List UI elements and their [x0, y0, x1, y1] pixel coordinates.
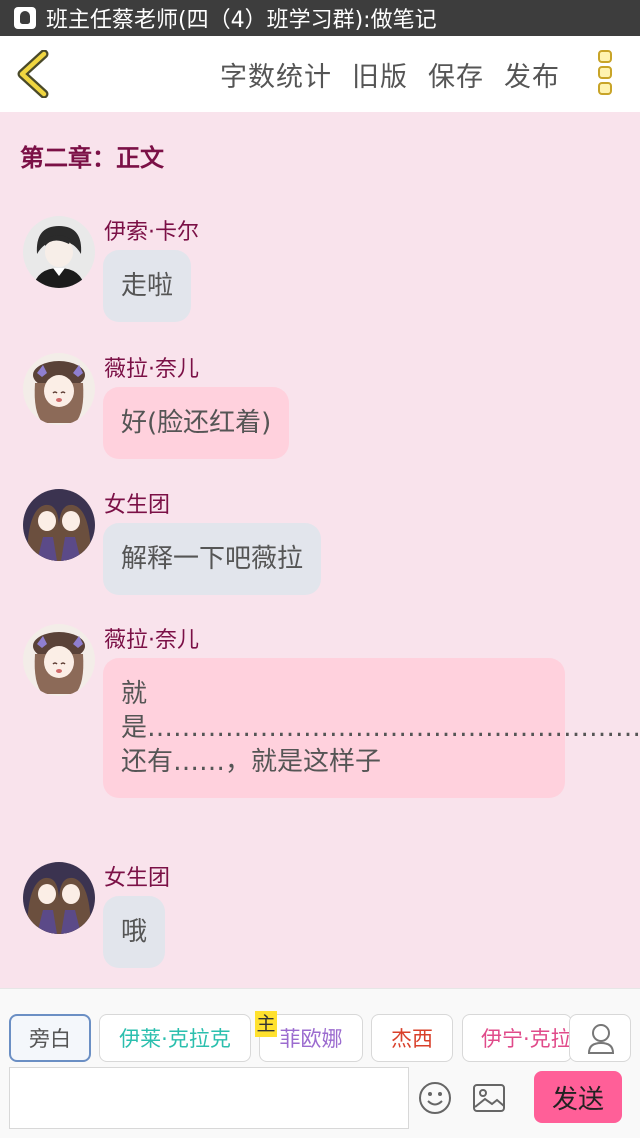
top-toolbar: 字数统计 旧版 保存 发布	[0, 36, 640, 112]
person-icon	[587, 1024, 615, 1054]
word-count-button[interactable]: 字数统计	[220, 55, 332, 94]
role-chip-label: 旁白	[29, 1027, 71, 1051]
message-bubble[interactable]: 解释一下吧薇拉	[103, 523, 322, 595]
role-chip-eli[interactable]: 伊莱·克拉克	[99, 1014, 251, 1062]
toolbar-actions: 字数统计 旧版 保存 发布	[200, 36, 560, 112]
main-role-badge: 主	[255, 1011, 277, 1037]
role-chip-label: 伊莱·克拉克	[119, 1027, 231, 1051]
chat-content[interactable]: 第二章：正文 伊索·卡尔 走啦 薇拉·奈儿 好(脸还红着) 女生团 解释一下吧薇…	[0, 112, 640, 988]
role-chip-narrator[interactable]: 旁白	[9, 1014, 91, 1062]
status-bar-title: 班主任蔡老师(四（4）班学习群):做笔记	[46, 8, 437, 33]
more-vertical-icon[interactable]	[594, 50, 616, 100]
boy-avatar[interactable]	[23, 216, 95, 288]
role-chip-yining[interactable]: 伊宁·克拉	[462, 1014, 572, 1062]
role-chip-label: 杰西	[391, 1027, 433, 1051]
role-chip-label: 伊宁·克拉	[481, 1027, 572, 1051]
person-button[interactable]	[569, 1014, 631, 1062]
message-bubble[interactable]: 走啦	[103, 250, 192, 322]
girl-avatar[interactable]	[23, 353, 95, 425]
image-icon[interactable]	[472, 1083, 506, 1113]
status-bar: 班主任蔡老师(四（4）班学习群):做笔记	[0, 0, 640, 36]
chevron-left-icon	[17, 49, 49, 99]
old-version-button[interactable]: 旧版	[352, 55, 408, 94]
composer: 旁白 伊莱·克拉克 主 菲欧娜 杰西 伊宁·克拉 发送	[0, 988, 640, 1138]
role-chip-label: 菲欧娜	[279, 1027, 343, 1051]
message-bubble[interactable]: 哦	[103, 896, 166, 968]
speaker-name: 伊索·卡尔	[104, 220, 199, 245]
role-chip-jessie[interactable]: 杰西	[371, 1014, 453, 1062]
message-bubble[interactable]: 好(脸还红着)	[103, 387, 290, 459]
speaker-name: 女生团	[104, 866, 171, 891]
twins-avatar[interactable]	[23, 489, 95, 561]
qq-icon	[14, 7, 36, 29]
save-button[interactable]: 保存	[428, 55, 484, 94]
send-button[interactable]: 发送	[534, 1071, 622, 1123]
publish-button[interactable]: 发布	[504, 55, 560, 94]
emoji-icon[interactable]	[418, 1081, 452, 1115]
girl-avatar[interactable]	[23, 624, 95, 696]
back-button[interactable]	[14, 49, 54, 99]
role-selector: 旁白 伊莱·克拉克 主 菲欧娜 杰西 伊宁·克拉	[0, 989, 640, 1062]
speaker-name: 薇拉·奈儿	[104, 628, 199, 653]
message-input[interactable]	[9, 1067, 409, 1129]
twins-avatar[interactable]	[23, 862, 95, 934]
speaker-name: 女生团	[104, 493, 171, 518]
message-bubble[interactable]: 就是………………………………………………………………………………………………………	[103, 658, 640, 798]
speaker-name: 薇拉·奈儿	[104, 357, 199, 382]
chapter-title: 第二章：正文	[20, 144, 164, 172]
